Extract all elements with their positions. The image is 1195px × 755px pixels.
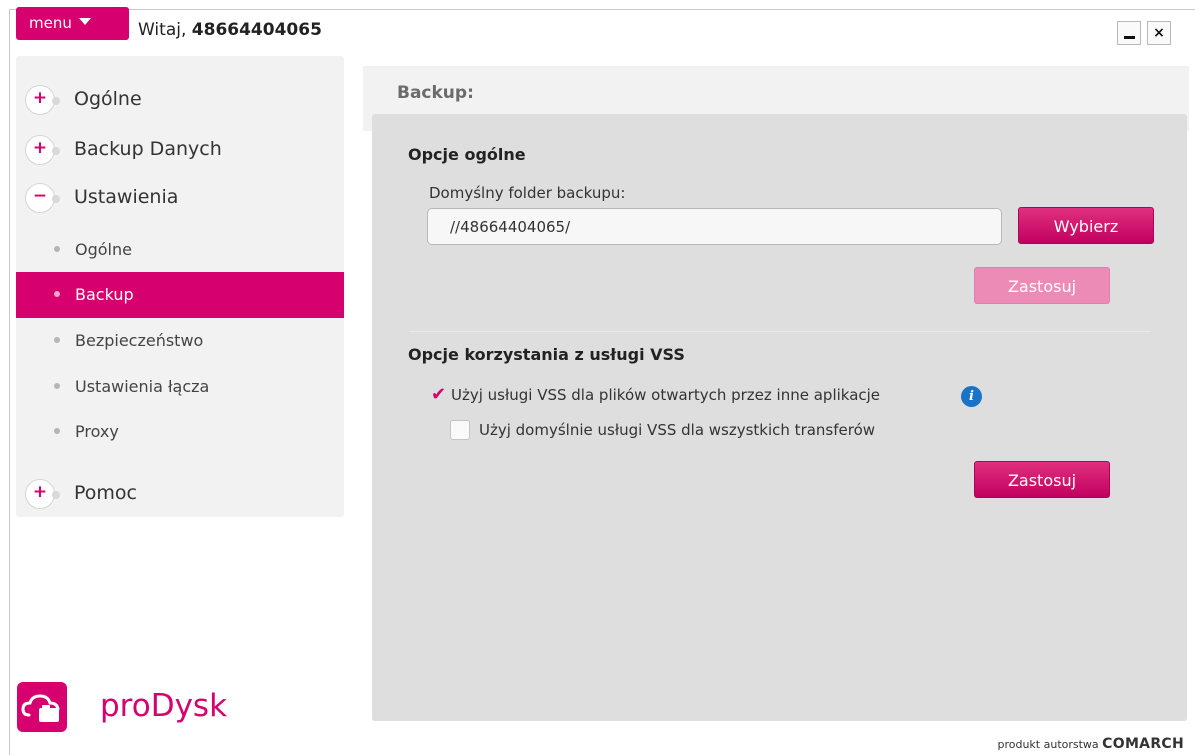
- section-title-vss: Opcje korzystania z usługi VSS: [408, 345, 685, 364]
- comarch-credit: produkt autorstwa COMARCH: [997, 736, 1184, 752]
- vss-all-transfers-label: Użyj domyślnie usługi VSS dla wszystkich…: [479, 421, 876, 439]
- backup-folder-input[interactable]: [427, 208, 1002, 245]
- minimize-button[interactable]: [1117, 21, 1141, 45]
- expand-icon: +: [25, 85, 60, 115]
- cloud-logo-icon: [17, 682, 67, 732]
- collapse-icon: −: [25, 183, 60, 213]
- sidebar-item-backup[interactable]: Backup: [16, 272, 344, 318]
- category-label: Backup Danych: [74, 138, 222, 160]
- sidebar-item-ustawienia-lacza[interactable]: Ustawienia łącza: [16, 364, 344, 410]
- expand-icon: +: [25, 135, 60, 165]
- logo-text: proDysk: [100, 688, 228, 724]
- vss-open-files-label: Użyj usługi VSS dla plików otwartych prz…: [451, 386, 881, 404]
- settings-panel: [372, 114, 1187, 721]
- sidebar-item-bezpieczenstwo[interactable]: Bezpieczeństwo: [16, 318, 344, 364]
- comarch-brand: COMARCH: [1102, 736, 1184, 752]
- sidebar-category-pomoc[interactable]: + Pomoc: [16, 473, 344, 513]
- sidebar-item-ogolne[interactable]: Ogólne: [16, 227, 344, 273]
- apply-vss-button[interactable]: Zastosuj: [974, 461, 1110, 498]
- apply-general-button[interactable]: Zastosuj: [974, 267, 1110, 304]
- sidebar-category-ustawienia[interactable]: − Ustawienia: [16, 177, 344, 217]
- category-label: Pomoc: [74, 482, 137, 504]
- menu-button[interactable]: menu: [16, 7, 129, 40]
- bullet-icon: [54, 291, 60, 297]
- vss-all-transfers-checkbox[interactable]: [450, 420, 470, 440]
- caret-down-icon: [78, 18, 91, 25]
- bullet-icon: [54, 428, 60, 434]
- vss-open-files-checkbox[interactable]: ✔: [428, 384, 448, 407]
- bullet-icon: [54, 383, 60, 389]
- sidebar: + Ogólne + Backup Danych − Ustawienia Og…: [16, 56, 344, 517]
- sidebar-category-backup-danych[interactable]: + Backup Danych: [16, 129, 344, 169]
- close-button[interactable]: ×: [1147, 21, 1171, 45]
- greeting-prefix: Witaj,: [138, 20, 187, 40]
- section-divider: [409, 331, 1151, 332]
- section-title-general: Opcje ogólne: [408, 145, 526, 164]
- bullet-icon: [54, 337, 60, 343]
- user-number: 48664404065: [191, 20, 322, 40]
- sidebar-item-proxy[interactable]: Proxy: [16, 409, 344, 455]
- sidebar-item-label: Ustawienia łącza: [75, 377, 210, 396]
- close-icon: ×: [1153, 25, 1165, 41]
- sidebar-item-label: Proxy: [75, 422, 119, 441]
- greeting: Witaj, 48664404065: [138, 20, 322, 40]
- page-title: Backup:: [397, 83, 474, 103]
- sidebar-item-label: Bezpieczeństwo: [75, 331, 204, 350]
- choose-folder-button[interactable]: Wybierz: [1018, 207, 1154, 244]
- minimize-icon: [1123, 36, 1135, 39]
- category-label: Ustawienia: [74, 186, 179, 208]
- folder-label: Domyślny folder backupu:: [429, 184, 626, 202]
- checkmark-icon: ✔: [431, 384, 447, 405]
- bullet-icon: [54, 246, 60, 252]
- info-icon[interactable]: i: [961, 386, 982, 407]
- menu-label: menu: [29, 14, 72, 32]
- sidebar-category-ogolne[interactable]: + Ogólne: [16, 79, 344, 119]
- expand-icon: +: [25, 479, 60, 509]
- credit-prefix: produkt autorstwa: [997, 738, 1099, 751]
- sidebar-item-label: Backup: [75, 285, 134, 304]
- category-label: Ogólne: [74, 88, 142, 110]
- sidebar-item-label: Ogólne: [75, 240, 132, 259]
